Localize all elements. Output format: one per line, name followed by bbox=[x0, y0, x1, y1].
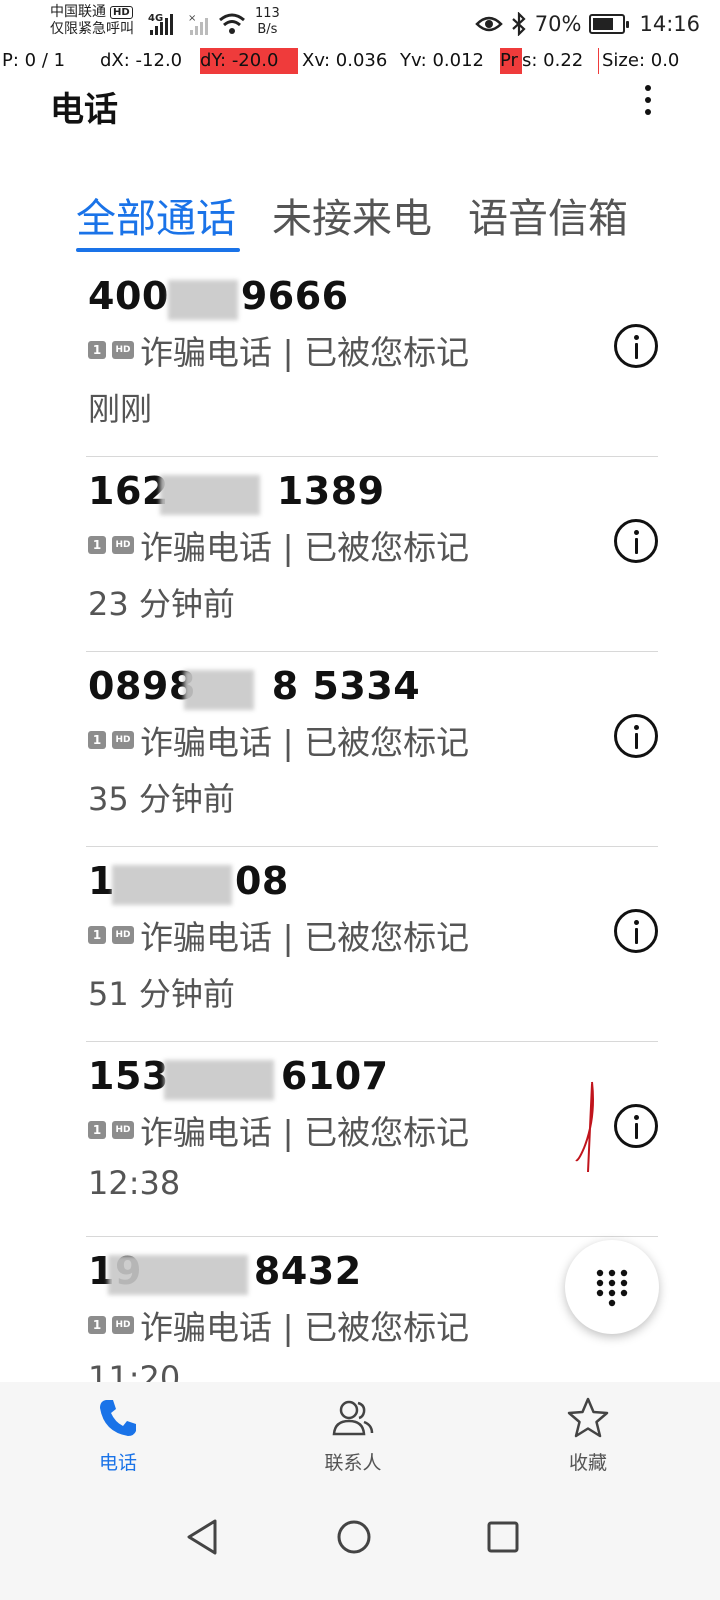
volte-hd-badge: HD bbox=[110, 6, 133, 19]
hd-badge: HD bbox=[112, 1121, 134, 1139]
call-details: 1 HD 诈骗电话 | 已被您标记 bbox=[88, 1305, 469, 1347]
call-log-row[interactable]: 0898 8 5334 1 HD 诈骗电话 | 已被您标记 35 分钟前 bbox=[0, 652, 720, 847]
phone-app-screen: 中国联通 HD 仅限紧急呼叫 4G × 113 B/s 70% 14:16 P:… bbox=[0, 0, 720, 1600]
carrier-info: 中国联通 HD 仅限紧急呼叫 bbox=[50, 4, 134, 38]
info-icon[interactable] bbox=[614, 1104, 658, 1148]
pointer-location-overlay: P: 0 / 1 dX: -12.0 dY: -20.0 Xv: 0.036 Y… bbox=[0, 48, 720, 74]
home-icon[interactable] bbox=[336, 1518, 372, 1556]
debug-dy: dY: -20.0 bbox=[200, 48, 298, 74]
nav-label-phone: 电话 bbox=[98, 1452, 137, 1474]
call-time: 35 分钟前 bbox=[88, 780, 235, 818]
debug-size: Size: 0.0 bbox=[598, 48, 679, 74]
call-details: 1 HD 诈骗电话 | 已被您标记 bbox=[88, 1110, 469, 1152]
fraud-label: 诈骗电话 | 已被您标记 bbox=[140, 723, 470, 762]
debug-prs: s: 0.22 bbox=[522, 50, 584, 71]
call-log-row[interactable]: 1 08 1 HD 诈骗电话 | 已被您标记 51 分钟前 bbox=[0, 847, 720, 1042]
system-navigation-bar bbox=[0, 1488, 720, 1600]
fraud-label: 诈骗电话 | 已被您标记 bbox=[140, 918, 470, 957]
status-time: 14:16 bbox=[639, 12, 700, 36]
hd-badge: HD bbox=[112, 341, 134, 359]
status-right-group: 70% 14:16 bbox=[475, 10, 700, 38]
more-vertical-icon[interactable] bbox=[640, 80, 656, 128]
sim-badge: 1 bbox=[88, 1316, 106, 1334]
emergency-only-text: 仅限紧急呼叫 bbox=[50, 21, 134, 37]
bluetooth-icon bbox=[512, 12, 526, 36]
sim-badge: 1 bbox=[88, 926, 106, 944]
redacted-digits bbox=[184, 670, 254, 710]
fraud-label: 诈骗电话 | 已被您标记 bbox=[140, 333, 470, 372]
tab-all-calls[interactable]: 全部通话 bbox=[76, 186, 236, 244]
info-icon[interactable] bbox=[614, 519, 658, 563]
info-icon[interactable] bbox=[614, 324, 658, 368]
eye-icon bbox=[475, 16, 503, 32]
network-speed: 113 B/s bbox=[255, 6, 280, 37]
battery-icon bbox=[589, 14, 630, 34]
redacted-digits bbox=[160, 475, 260, 515]
dialpad-button[interactable] bbox=[565, 1240, 659, 1334]
carrier-name: 中国联通 bbox=[50, 4, 106, 20]
redacted-digits bbox=[112, 865, 232, 905]
battery-percent: 70% bbox=[534, 12, 582, 36]
nav-item-favorites[interactable]: 收藏 bbox=[518, 1396, 658, 1475]
fraud-label: 诈骗电话 | 已被您标记 bbox=[140, 528, 470, 567]
sim-badge: 1 bbox=[88, 731, 106, 749]
call-details: 1 HD 诈骗电话 | 已被您标记 bbox=[88, 330, 469, 372]
redacted-digits bbox=[168, 280, 238, 320]
touch-trace-stroke bbox=[575, 1081, 594, 1173]
call-time: 51 分钟前 bbox=[88, 975, 235, 1013]
hd-badge: HD bbox=[112, 1316, 134, 1334]
tab-voicemail[interactable]: 语音信箱 bbox=[468, 186, 628, 244]
debug-prs-head: Pr bbox=[500, 48, 522, 74]
svg-text:×: × bbox=[188, 13, 196, 24]
call-log-row[interactable]: 153 6107 1 HD 诈骗电话 | 已被您标记 12:38 bbox=[0, 1042, 720, 1237]
status-bar: 中国联通 HD 仅限紧急呼叫 4G × 113 B/s 70% 14:16 bbox=[0, 0, 720, 48]
sim-badge: 1 bbox=[88, 341, 106, 359]
fraud-label: 诈骗电话 | 已被您标记 bbox=[140, 1113, 470, 1152]
dialpad-icon bbox=[596, 1269, 628, 1307]
contacts-icon bbox=[332, 1400, 374, 1436]
hd-badge: HD bbox=[112, 926, 134, 944]
hd-badge: HD bbox=[112, 536, 134, 554]
call-time: 刚刚 bbox=[88, 390, 153, 428]
call-details: 1 HD 诈骗电话 | 已被您标记 bbox=[88, 720, 469, 762]
back-icon[interactable] bbox=[185, 1518, 219, 1556]
redacted-digits bbox=[164, 1060, 274, 1100]
info-icon[interactable] bbox=[614, 909, 658, 953]
phone-icon bbox=[100, 1400, 136, 1436]
fraud-label: 诈骗电话 | 已被您标记 bbox=[140, 1308, 470, 1347]
phone-number: 0898 8 5334 bbox=[88, 664, 421, 708]
sim-badge: 1 bbox=[88, 1121, 106, 1139]
star-icon bbox=[567, 1397, 609, 1438]
debug-pointer-count: P: 0 / 1 bbox=[2, 50, 66, 71]
info-icon[interactable] bbox=[614, 714, 658, 758]
call-log-row[interactable]: 162 1389 1 HD 诈骗电话 | 已被您标记 23 分钟前 bbox=[0, 457, 720, 652]
signal-icon: 4G × bbox=[148, 13, 245, 35]
call-time: 12:38 bbox=[88, 1164, 181, 1202]
active-tab-indicator bbox=[76, 248, 240, 252]
call-details: 1 HD 诈骗电话 | 已被您标记 bbox=[88, 525, 469, 567]
tab-missed-calls[interactable]: 未接来电 bbox=[272, 186, 432, 244]
nav-item-contacts[interactable]: 联系人 bbox=[283, 1396, 423, 1475]
debug-yv: Yv: 0.012 bbox=[400, 50, 484, 71]
call-details: 1 HD 诈骗电话 | 已被您标记 bbox=[88, 915, 469, 957]
debug-dx: dX: -12.0 bbox=[100, 50, 183, 71]
bottom-navigation: 电话 联系人 收藏 bbox=[0, 1382, 720, 1488]
recents-icon[interactable] bbox=[486, 1518, 520, 1556]
debug-xv: Xv: 0.036 bbox=[302, 50, 388, 71]
page-title: 电话 bbox=[50, 90, 118, 130]
nav-label-favorites: 收藏 bbox=[568, 1452, 607, 1474]
call-log-row[interactable]: 400 9666 1 HD 诈骗电话 | 已被您标记 刚刚 bbox=[0, 262, 720, 457]
hd-badge: HD bbox=[112, 731, 134, 749]
nav-item-phone[interactable]: 电话 bbox=[48, 1396, 188, 1475]
sim-badge: 1 bbox=[88, 536, 106, 554]
redacted-digits bbox=[108, 1255, 248, 1295]
call-time: 23 分钟前 bbox=[88, 585, 235, 623]
nav-label-contacts: 联系人 bbox=[324, 1452, 382, 1474]
